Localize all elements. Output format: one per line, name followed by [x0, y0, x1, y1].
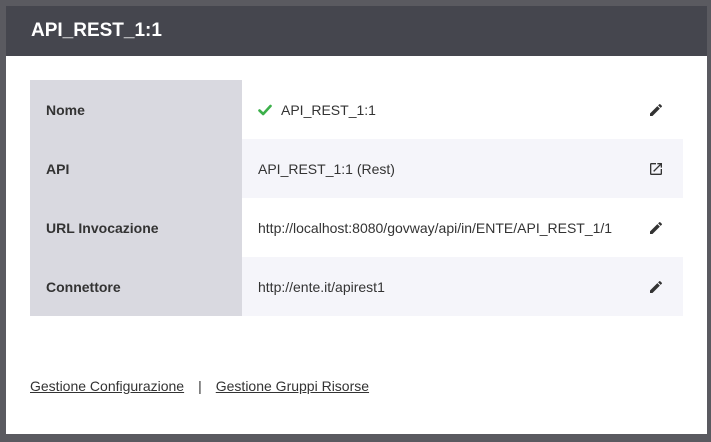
- row-value-cell: http://ente.it/apirest1: [242, 257, 683, 316]
- row-value-cell: API_REST_1:1 (Rest): [242, 139, 683, 198]
- connettore-value: http://ente.it/apirest1: [258, 278, 385, 295]
- details-table: Nome API_REST_1:1 API API_REST_1:1 (Rest…: [30, 80, 683, 316]
- open-external-icon: [650, 162, 662, 175]
- pencil-icon: [650, 103, 663, 116]
- check-icon: [258, 104, 272, 115]
- row-label: Connettore: [30, 257, 242, 316]
- row-value-cell: http://localhost:8080/govway/api/in/ENTE…: [242, 198, 683, 257]
- row-label: URL Invocazione: [30, 198, 242, 257]
- pencil-icon: [650, 280, 663, 293]
- row-label: API: [30, 139, 242, 198]
- row-value-cell: API_REST_1:1: [242, 80, 683, 139]
- gestione-gruppi-risorse-link[interactable]: Gestione Gruppi Risorse: [216, 378, 369, 394]
- footer-links: Gestione Configurazione | Gestione Grupp…: [30, 378, 369, 394]
- pencil-icon: [650, 221, 663, 234]
- nome-value: API_REST_1:1: [281, 101, 376, 118]
- row-nome: Nome API_REST_1:1: [30, 80, 683, 139]
- edit-url-button[interactable]: [647, 219, 665, 237]
- gestione-configurazione-link[interactable]: Gestione Configurazione: [30, 378, 184, 394]
- api-value: API_REST_1:1 (Rest): [258, 160, 395, 177]
- separator: |: [198, 378, 202, 394]
- row-url-invocazione: URL Invocazione http://localhost:8080/go…: [30, 198, 683, 257]
- url-invocazione-value: http://localhost:8080/govway/api/in/ENTE…: [258, 219, 613, 236]
- row-connettore: Connettore http://ente.it/apirest1: [30, 257, 683, 316]
- dialog: API_REST_1:1 Nome API_REST_1:1 API API_R…: [6, 6, 707, 434]
- edit-nome-button[interactable]: [647, 101, 665, 119]
- dialog-header: API_REST_1:1: [6, 6, 707, 56]
- row-label: Nome: [30, 80, 242, 139]
- open-api-button[interactable]: [647, 160, 665, 178]
- row-api: API API_REST_1:1 (Rest): [30, 139, 683, 198]
- dialog-title: API_REST_1:1: [31, 20, 162, 41]
- edit-connettore-button[interactable]: [647, 278, 665, 296]
